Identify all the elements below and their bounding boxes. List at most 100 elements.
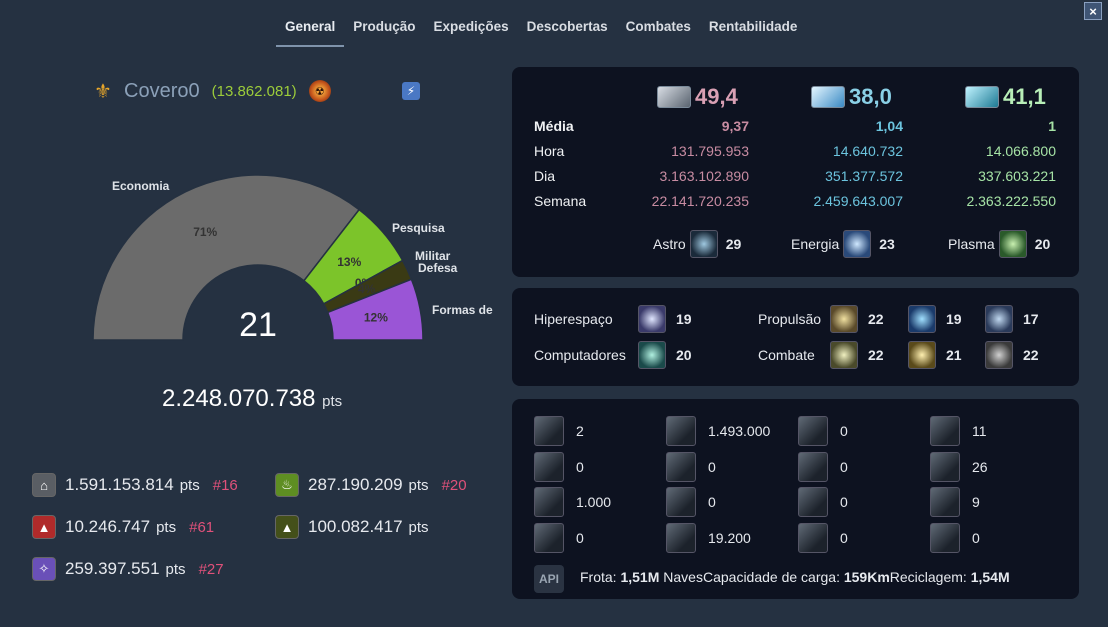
slice-name-label: Defesa bbox=[418, 261, 458, 275]
reciclagem-value: 1,54M bbox=[970, 569, 1010, 585]
small-cargo-icon bbox=[534, 487, 564, 517]
dia-deuterium: 337.603.221 bbox=[978, 168, 1056, 184]
tech-propulsao: Propulsão 22 bbox=[758, 305, 890, 333]
tab-rentabilidade[interactable]: Rentabilidade bbox=[700, 12, 807, 45]
ship-count: 0 bbox=[576, 459, 584, 475]
class-level: 29 bbox=[725, 236, 742, 252]
tab-expedicoes[interactable]: Expedições bbox=[425, 12, 518, 45]
semana-deuterium: 2.363.222.550 bbox=[966, 193, 1056, 209]
ship-count: 11 bbox=[972, 423, 987, 439]
class-label: Plasma bbox=[948, 236, 995, 252]
defense-icon: ▲ bbox=[275, 515, 299, 539]
tech-hyperdrive: 17 bbox=[985, 305, 1045, 333]
crystal-icon bbox=[811, 86, 845, 108]
slice-percent-label: 13% bbox=[337, 255, 361, 269]
row-label-media: Média bbox=[534, 118, 574, 134]
class-label: Energia bbox=[791, 236, 840, 252]
gauge-center-value: 21 bbox=[239, 306, 277, 344]
alliance-emblem-icon[interactable]: ☢ bbox=[308, 80, 331, 102]
ship-count: 1.493.000 bbox=[708, 423, 771, 439]
ship-count: 0 bbox=[576, 530, 584, 546]
technologies-panel bbox=[512, 288, 1079, 386]
player-header: ⚜ Covero0 (13.862.081) ☢ bbox=[94, 78, 331, 104]
category-rank[interactable]: #61 bbox=[189, 519, 214, 536]
close-button[interactable]: × bbox=[1084, 2, 1102, 20]
media-deuterium: 1 bbox=[1048, 118, 1056, 134]
computer-tech-icon bbox=[638, 341, 666, 369]
slice-economia[interactable] bbox=[92, 174, 361, 341]
tech-level: 21 bbox=[946, 347, 962, 363]
category-lifeform: ✧ 259.397.551 pts #27 bbox=[32, 557, 224, 581]
armour-tech-icon bbox=[985, 341, 1013, 369]
ship-count: 0 bbox=[972, 530, 980, 546]
recycler-icon bbox=[930, 487, 960, 517]
pathfinder-icon bbox=[798, 523, 828, 553]
ship-count: 0 bbox=[840, 423, 848, 439]
military-icon: ▲ bbox=[32, 515, 56, 539]
ship-cell: 0 bbox=[534, 523, 584, 553]
crystal-header: 38,0 bbox=[811, 84, 892, 110]
category-rank[interactable]: #27 bbox=[199, 561, 224, 578]
category-value: 287.190.209 bbox=[308, 475, 403, 494]
ship-cell: 0 bbox=[798, 452, 848, 482]
category-rank[interactable]: #20 bbox=[442, 477, 467, 494]
ship-cell: 1.000 bbox=[534, 487, 611, 517]
hora-crystal: 14.640.732 bbox=[832, 143, 903, 159]
ship-count: 9 bbox=[972, 494, 980, 510]
metal-average: 49,4 bbox=[695, 84, 738, 109]
destroyer-icon bbox=[798, 452, 828, 482]
shielding-tech-icon bbox=[908, 341, 936, 369]
bomber-icon bbox=[666, 452, 696, 482]
category-unit: pts bbox=[156, 518, 177, 536]
tab-descobertas[interactable]: Descobertas bbox=[518, 12, 617, 45]
deuterium-header: 41,1 bbox=[965, 84, 1046, 110]
research-icon: ♨ bbox=[275, 473, 299, 497]
media-crystal: 1,04 bbox=[875, 118, 903, 134]
tech-level: 22 bbox=[868, 347, 884, 363]
category-value: 259.397.551 bbox=[65, 559, 160, 578]
slice-percent-label: 71% bbox=[193, 225, 217, 239]
category-value: 1.591.153.814 bbox=[65, 475, 174, 494]
ship-cell: 9 bbox=[930, 487, 980, 517]
class-astro: Astro 29 bbox=[653, 230, 741, 258]
lifeform-icon: ✧ bbox=[32, 557, 56, 581]
ship-cell: 19.200 bbox=[666, 523, 751, 553]
lightning-icon[interactable]: ⚡ bbox=[402, 82, 420, 100]
category-research: ♨ 287.190.209 pts #20 bbox=[275, 473, 467, 497]
player-points: (13.862.081) bbox=[211, 82, 297, 100]
tab-combates[interactable]: Combates bbox=[617, 12, 700, 45]
ship-count: 19.200 bbox=[708, 530, 751, 546]
tech-computadores: Computadores 20 bbox=[534, 341, 698, 369]
total-points-value: 2.248.070.738 bbox=[162, 385, 316, 412]
ship-count: 26 bbox=[972, 459, 988, 475]
metal-icon bbox=[657, 86, 691, 108]
naves-label: Naves bbox=[663, 569, 703, 585]
player-name[interactable]: Covero0 bbox=[124, 80, 200, 103]
ship-cell: 0 bbox=[798, 416, 848, 446]
tech-level: 19 bbox=[946, 311, 962, 327]
tab-bar: General Produção Expedições Descobertas … bbox=[276, 12, 807, 47]
slice-name-label: Formas de bbox=[432, 303, 493, 317]
tab-producao[interactable]: Produção bbox=[344, 12, 424, 45]
battlecruiser-icon bbox=[534, 452, 564, 482]
class-level: 23 bbox=[879, 236, 895, 252]
energy-tech-icon bbox=[843, 230, 872, 258]
category-military: ▲ 10.246.747 pts #61 bbox=[32, 515, 214, 539]
ship-cell: 0 bbox=[666, 487, 716, 517]
astrophysics-icon bbox=[689, 230, 718, 258]
category-rank[interactable]: #16 bbox=[213, 477, 238, 494]
category-unit: pts bbox=[179, 476, 200, 494]
tech-level: 22 bbox=[868, 311, 884, 327]
battleship-icon bbox=[930, 416, 960, 446]
total-points: 2.248.070.738 pts bbox=[162, 385, 342, 413]
api-button[interactable]: API bbox=[534, 565, 564, 593]
tab-general[interactable]: General bbox=[276, 12, 345, 47]
ship-cell: 26 bbox=[930, 452, 988, 482]
ship-cell: 0 bbox=[534, 452, 584, 482]
frota-value: 1,51M bbox=[620, 569, 660, 585]
slice-name-label: Economia bbox=[112, 179, 170, 193]
tech-label: Hiperespaço bbox=[534, 311, 613, 327]
row-label-hora: Hora bbox=[534, 143, 565, 159]
tech-hiperespaco: Hiperespaço 19 bbox=[534, 305, 698, 333]
row-label-dia: Dia bbox=[534, 168, 556, 184]
